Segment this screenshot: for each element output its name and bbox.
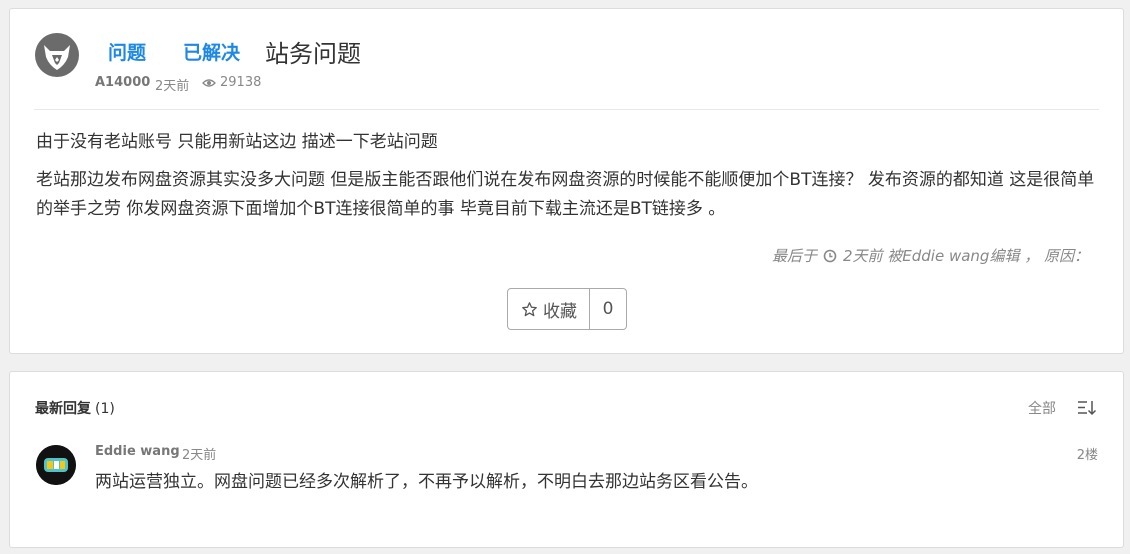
reply-floor: 2楼 <box>1076 448 1098 463</box>
replies-title: 最新回复 <box>35 401 91 417</box>
reply-avatar[interactable] <box>36 445 76 485</box>
author-avatar[interactable] <box>35 33 79 77</box>
clock-icon <box>823 249 837 262</box>
star-icon <box>522 301 537 316</box>
replies-count: (1) <box>95 401 115 417</box>
reply-time: 2天前 <box>182 448 217 463</box>
edit-detail: 2天前 被Eddie wang编辑 ， 原因： <box>842 247 1089 265</box>
tag-solved[interactable]: 已解决 <box>183 38 240 65</box>
filter-all-link[interactable]: 全部 <box>1028 398 1056 418</box>
question-card: 问题 已解决 站务问题 A14000 2天前 29138 由于没有老站账号 只能… <box>9 8 1124 354</box>
reply-text: 两站运营独立。网盘问题已经多次解析了，不再予以解析，不明白去那边站务区看公告。 <box>95 472 758 492</box>
favorite-label: 收藏 <box>543 301 577 322</box>
eye-icon <box>202 78 216 87</box>
post-time: 2天前 <box>155 79 190 94</box>
replies-header: 最新回复 (1) <box>35 398 115 418</box>
view-count-value: 29138 <box>220 75 262 90</box>
question-body-paragraph: 老站那边发布网盘资源其实没多大问题 但是版主能否跟他们说在发布网盘资源的时候能不… <box>36 170 1095 219</box>
edit-prefix: 最后于 <box>771 247 817 265</box>
edit-info: 最后于 2天前 被Eddie wang编辑 ， 原因： <box>772 245 1089 266</box>
tag-question[interactable]: 问题 <box>108 38 146 65</box>
favorite-count: 0 <box>602 299 614 319</box>
favorite-group: 收藏 0 <box>507 288 627 330</box>
view-count: 29138 <box>202 75 261 90</box>
reply-author[interactable]: Eddie wang <box>95 444 180 459</box>
sort-icon[interactable] <box>1077 399 1097 417</box>
divider <box>34 109 1099 110</box>
replies-card: 最新回复 (1) 全部 Eddie wang 2天前 2楼 两站运营独立。网盘问题… <box>9 371 1124 548</box>
avatar-logo-icon <box>44 45 70 70</box>
favorite-button[interactable]: 收藏 <box>508 289 590 329</box>
author-name[interactable]: A14000 <box>95 75 150 90</box>
question-body-paragraph: 由于没有老站账号 只能用新站这边 描述一下老站问题 <box>36 132 438 152</box>
question-title: 站务问题 <box>265 40 361 68</box>
avatar-lgt-icon <box>36 445 76 485</box>
